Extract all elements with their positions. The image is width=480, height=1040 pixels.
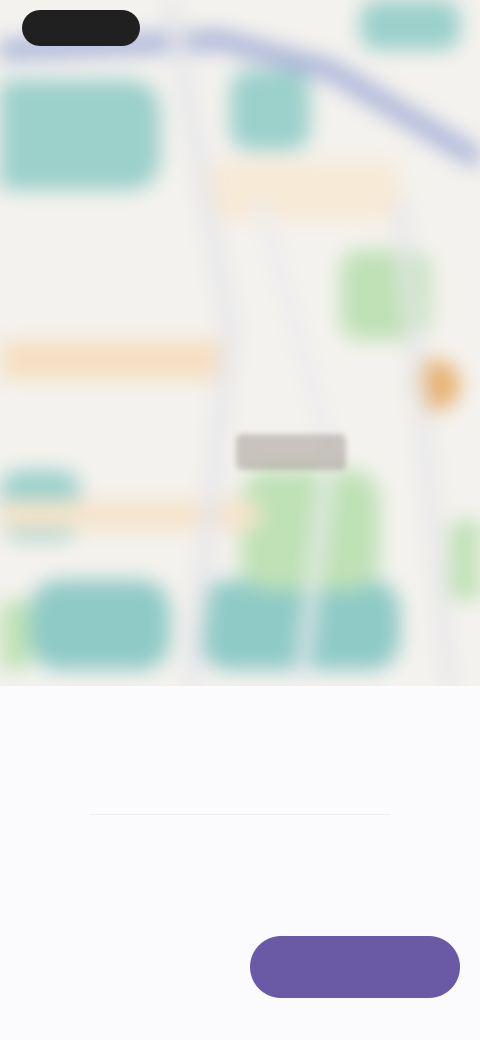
map-view[interactable] (0, 0, 480, 690)
stats-row (0, 826, 480, 926)
divider (90, 814, 390, 815)
stat-cell (250, 710, 450, 718)
map-canvas[interactable] (0, 0, 480, 690)
map-place-label (236, 434, 346, 470)
primary-button[interactable] (250, 936, 460, 998)
stat-cell (40, 826, 220, 834)
status-pill (22, 10, 140, 46)
stats-row (0, 710, 480, 810)
secondary-button[interactable] (78, 954, 178, 984)
stat-cell (250, 826, 450, 834)
stat-cell (40, 710, 220, 718)
